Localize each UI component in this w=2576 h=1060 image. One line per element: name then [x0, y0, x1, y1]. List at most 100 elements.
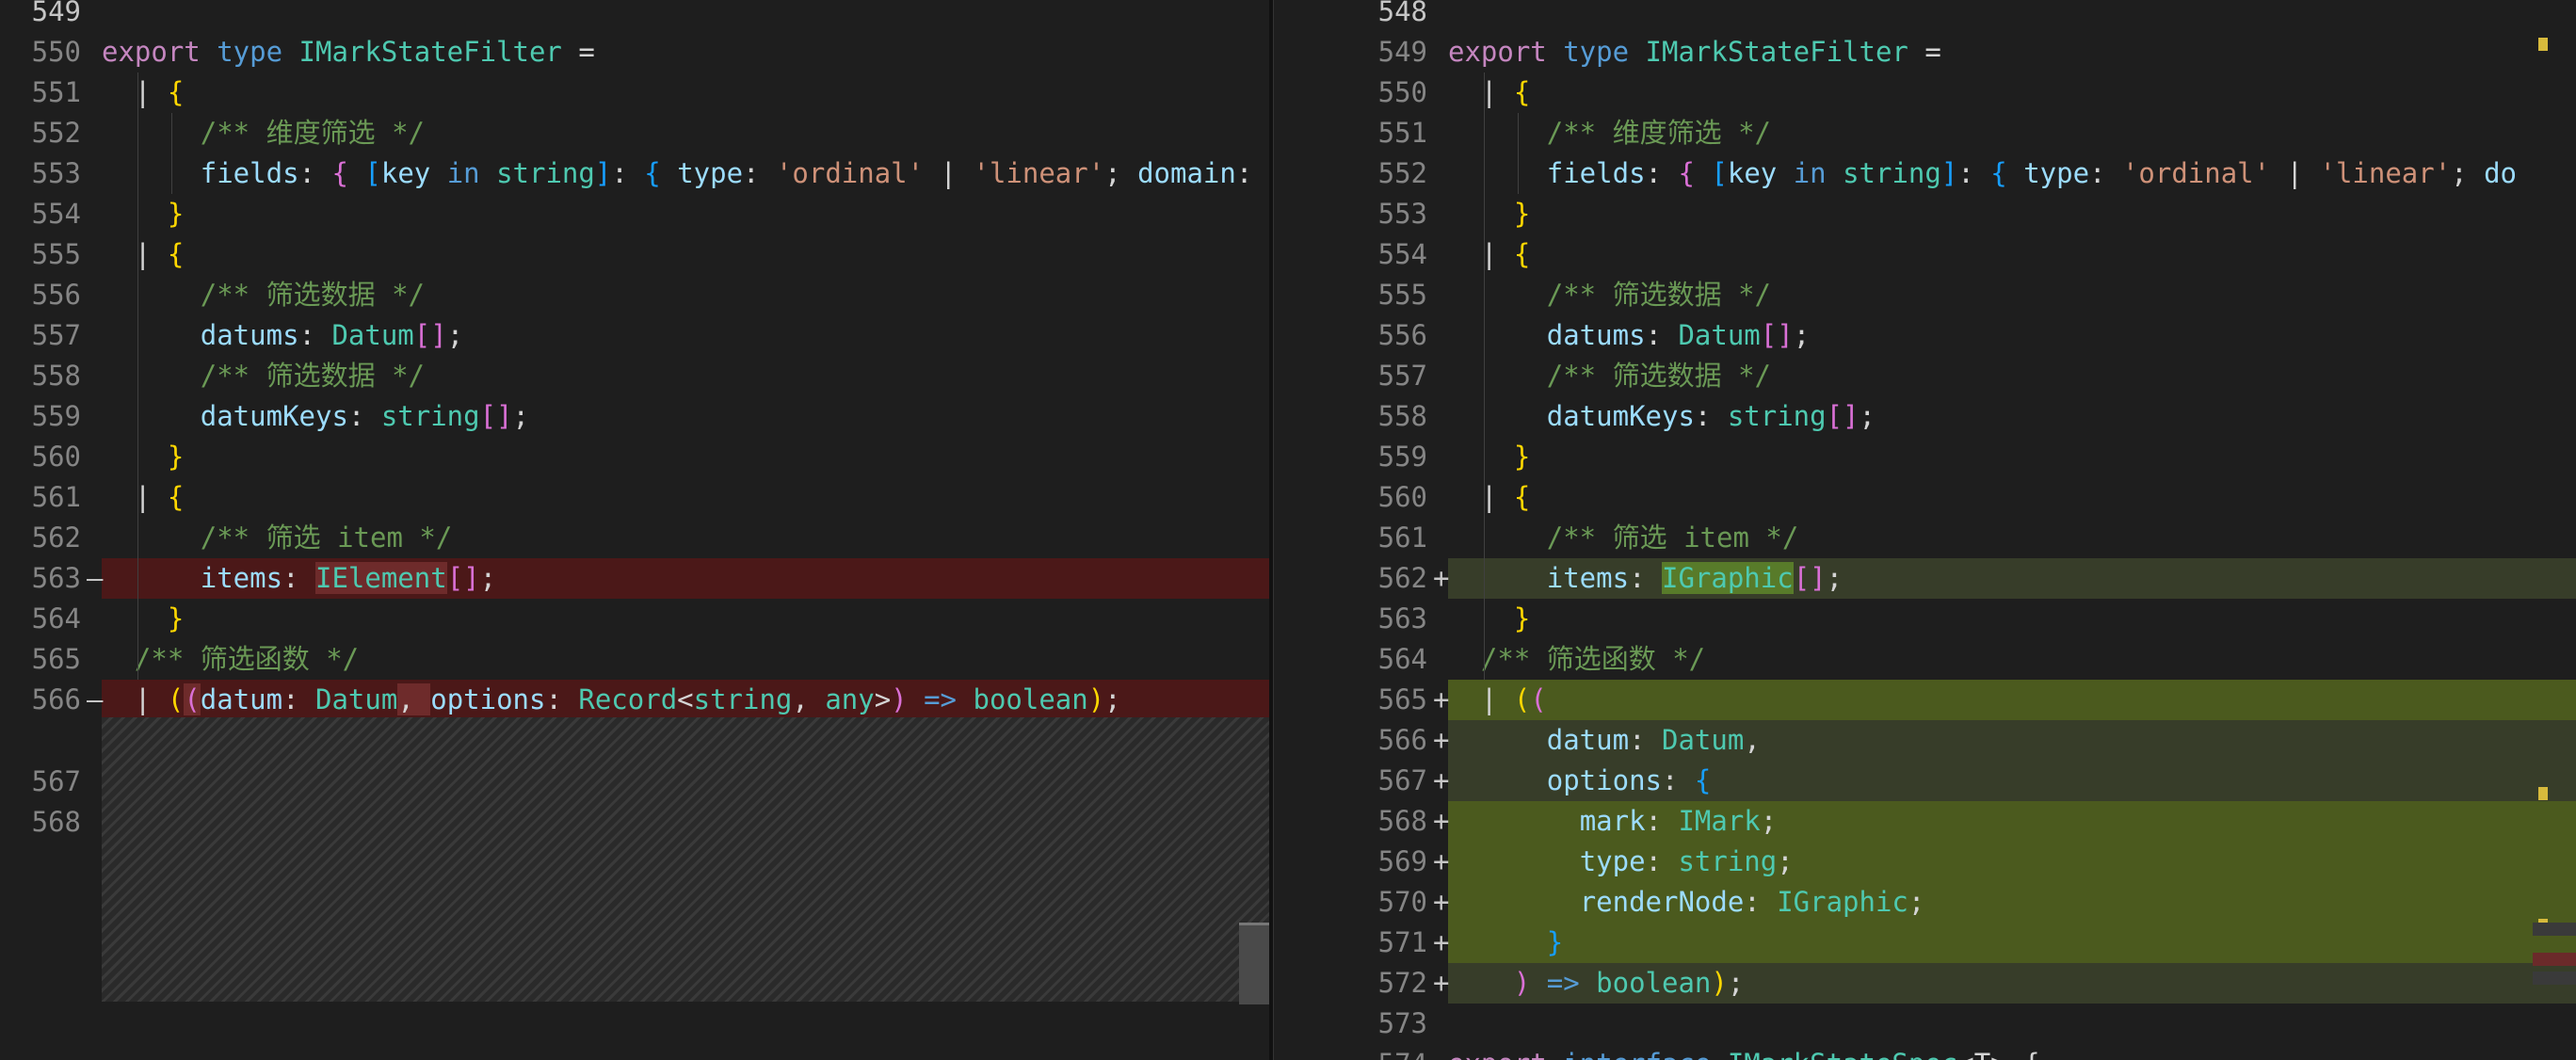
token: ;: [1727, 967, 1745, 999]
line-text: }: [102, 437, 184, 477]
code-line[interactable]: 559 datumKeys: string[];: [0, 396, 1271, 437]
code-line[interactable]: 561 /** 筛选 item */: [1346, 518, 2576, 558]
code-line[interactable]: 557 datums: Datum[];: [0, 315, 1271, 356]
code-line[interactable]: 551 /** 维度筛选 */: [1346, 113, 2576, 153]
token: |: [1448, 238, 1514, 270]
code-line[interactable]: 553 fields: { [key in string]: { type: '…: [0, 153, 1271, 194]
code-line[interactable]: 552 /** 维度筛选 */: [0, 113, 1271, 153]
overview-ruler[interactable]: [2510, 0, 2576, 1060]
token: =: [1908, 36, 1941, 68]
code-line[interactable]: 554 | {: [1346, 234, 2576, 275]
code-line[interactable]: 564 }: [0, 599, 1271, 639]
line-number: 555: [31, 238, 81, 270]
token: ;: [1104, 683, 1121, 715]
token: options: [1546, 764, 1662, 796]
inserted-line[interactable]: 572 + ) => boolean);: [1346, 963, 2576, 1004]
token: /** 筛选 item */: [200, 522, 453, 554]
token: =>: [1530, 967, 1597, 999]
token: []: [446, 562, 480, 594]
code-line[interactable]: 573: [1346, 1004, 2576, 1044]
code-line[interactable]: 558 datumKeys: string[];: [1346, 396, 2576, 437]
modified-editor-pane[interactable]: 548 549 export type IMarkStateFilter = 550 …: [1271, 0, 2576, 1060]
code-line[interactable]: 561 | {: [0, 477, 1271, 518]
token: ;: [1793, 319, 1811, 351]
token: []: [413, 319, 447, 351]
inserted-line[interactable]: 570 + renderNode: IGraphic;: [1346, 882, 2576, 923]
line-number: 571: [1377, 926, 1427, 958]
code-line[interactable]: 554 }: [0, 194, 1271, 234]
token: /** 筛选函数 */: [134, 643, 360, 675]
inserted-line[interactable]: 565 + | ((: [1346, 680, 2576, 720]
token: renderNode: [1579, 886, 1745, 918]
line-number: 574: [1346, 1044, 1431, 1060]
token: ,: [792, 683, 826, 715]
inserted-line[interactable]: 562 + items: IGraphic[];: [1346, 558, 2576, 599]
code-line[interactable]: 555 | {: [0, 234, 1271, 275]
inserted-line[interactable]: 567 + options: {: [1346, 761, 2576, 801]
line-text: datums: Datum[];: [102, 315, 463, 356]
line-text: /** 筛选数据 */: [102, 275, 425, 315]
token: 'ordinal': [2121, 157, 2271, 189]
line-text: /** 维度筛选 */: [1448, 113, 1771, 153]
code-line[interactable]: 549: [0, 0, 1271, 32]
code-line[interactable]: 564 /** 筛选函数 */: [1346, 639, 2576, 680]
deleted-line[interactable]: 566— | ((datum: Datum, options: Record<s…: [0, 680, 1271, 720]
inserted-line[interactable]: 566 + datum: Datum,: [1346, 720, 2576, 761]
code-line[interactable]: 550 export type IMarkStateFilter =: [0, 32, 1271, 72]
token: ;: [1760, 805, 1778, 837]
original-editor-pane[interactable]: 549 550 export type IMarkStateFilter = 551 …: [0, 0, 1271, 1060]
line-number: 562: [1377, 562, 1427, 594]
token: =: [561, 36, 595, 68]
token: items: [200, 562, 283, 594]
code-line[interactable]: 549 export type IMarkStateFilter =: [1346, 32, 2576, 72]
token: export: [1448, 1048, 1563, 1060]
line-text: /** 筛选函数 */: [102, 639, 359, 680]
code-line[interactable]: 574 export interface IMarkStateSpec<T> {: [1346, 1044, 2576, 1060]
code-line[interactable]: 563 }: [1346, 599, 2576, 639]
scrollbar-thumb[interactable]: [1239, 923, 1269, 1004]
inserted-line[interactable]: 571 + }: [1346, 923, 2576, 963]
code-line[interactable]: 552 fields: { [key in string]: { type: '…: [1346, 153, 2576, 194]
code-line[interactable]: 550 | {: [1346, 72, 2576, 113]
code-line[interactable]: 562 /** 筛选 item */: [0, 518, 1271, 558]
line-number: 557: [31, 319, 81, 351]
token: ;: [2451, 157, 2485, 189]
token: }: [167, 441, 185, 473]
code-line[interactable]: 555 /** 筛选数据 */: [1346, 275, 2576, 315]
code-line[interactable]: 556 /** 筛选数据 */: [0, 275, 1271, 315]
token: ): [1711, 967, 1728, 999]
token: string: [1843, 157, 1941, 189]
line-text: items: IGraphic[];: [1448, 558, 1843, 599]
token: |: [102, 76, 168, 108]
code-line[interactable]: 556 datums: Datum[];: [1346, 315, 2576, 356]
code-line[interactable]: 557 /** 筛选数据 */: [1346, 356, 2576, 396]
line-text: /** 筛选数据 */: [1448, 356, 1771, 396]
code-line[interactable]: 559 }: [1346, 437, 2576, 477]
token: |: [2270, 157, 2320, 189]
token: {: [1990, 157, 2007, 189]
token: :: [1235, 157, 1269, 189]
deleted-line[interactable]: 563— items: IElement[];: [0, 558, 1271, 599]
token: :: [298, 157, 332, 189]
code-line[interactable]: 548: [1346, 0, 2576, 32]
token: }: [1513, 198, 1531, 230]
inserted-line[interactable]: 568 + mark: IMark;: [1346, 801, 2576, 842]
token: ): [891, 683, 908, 715]
line-text: }: [1448, 437, 1530, 477]
code-line[interactable]: 560 | {: [1346, 477, 2576, 518]
token: :: [743, 157, 776, 189]
token: IGraphic: [1662, 562, 1794, 594]
code-line[interactable]: 553 }: [1346, 194, 2576, 234]
code-line[interactable]: 551 | {: [0, 72, 1271, 113]
inserted-line[interactable]: 569 + type: string;: [1346, 842, 2576, 882]
code-line[interactable]: 558 /** 筛选数据 */: [0, 356, 1271, 396]
code-line[interactable]: 560 }: [0, 437, 1271, 477]
code-line[interactable]: 565 /** 筛选函数 */: [0, 639, 1271, 680]
line-text: ) => boolean);: [1448, 963, 1744, 1004]
